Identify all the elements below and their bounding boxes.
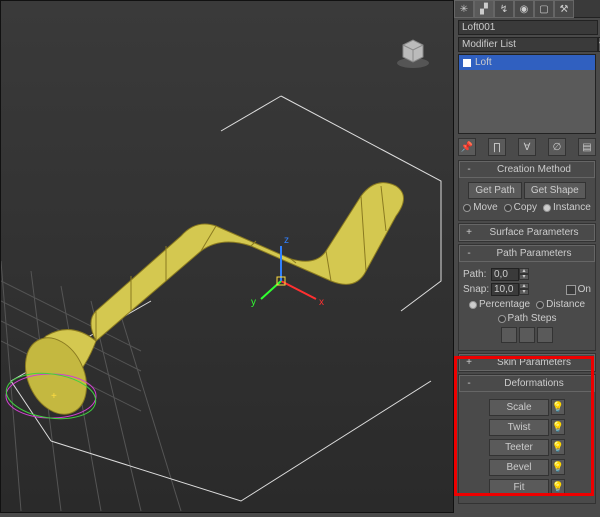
stack-item-loft[interactable]: Loft [459, 55, 595, 70]
radio-copy[interactable]: Copy [504, 202, 537, 213]
path-value-input[interactable] [491, 268, 519, 281]
path-label: Path: [463, 269, 489, 280]
viewcube[interactable] [393, 31, 433, 71]
scene-geometry: + x y z [1, 1, 455, 514]
viewport-3d[interactable]: + x y z [0, 0, 454, 513]
rollup-header-path[interactable]: - Path Parameters [459, 245, 595, 262]
twist-deform-button[interactable]: Twist [489, 419, 549, 436]
minus-icon: - [464, 378, 474, 389]
fit-toggle-icon[interactable]: 💡 [551, 479, 565, 495]
prev-shape-button[interactable] [519, 327, 535, 343]
rollup-path-parameters: - Path Parameters Path: ▴▾ Snap: ▴▾ On P… [458, 244, 596, 351]
pin-stack-button[interactable]: 📌 [458, 138, 476, 156]
get-shape-button[interactable]: Get Shape [524, 182, 586, 199]
modifier-stack[interactable]: Loft [458, 54, 596, 134]
radio-path-steps[interactable]: Path Steps [498, 313, 557, 324]
snap-value-input[interactable] [491, 283, 519, 296]
rollup-skin-parameters: + Skin Parameters [458, 353, 596, 372]
rollup-header-surface[interactable]: + Surface Parameters [459, 224, 595, 241]
tab-hierarchy[interactable]: ↯ [494, 0, 514, 18]
scale-toggle-icon[interactable]: 💡 [551, 399, 565, 415]
command-panel-tabs: ✳ ▞ ↯ ◉ ▢ ⚒ [454, 0, 600, 18]
svg-text:x: x [319, 297, 324, 308]
tab-modify[interactable]: ▞ [474, 0, 494, 18]
fit-deform-button[interactable]: Fit [489, 479, 549, 496]
modifier-list-dropdown[interactable] [458, 37, 598, 52]
plus-icon: + [464, 357, 474, 368]
bevel-deform-button[interactable]: Bevel [489, 459, 549, 476]
expand-icon[interactable] [463, 59, 471, 67]
pick-shape-button[interactable] [501, 327, 517, 343]
remove-modifier-button[interactable]: ∅ [548, 138, 566, 156]
svg-text:y: y [251, 297, 256, 308]
radio-percentage[interactable]: Percentage [469, 299, 530, 310]
radio-move[interactable]: Move [463, 202, 497, 213]
radio-instance[interactable]: Instance [543, 202, 591, 213]
next-shape-button[interactable] [537, 327, 553, 343]
twist-toggle-icon[interactable]: 💡 [551, 419, 565, 435]
bevel-toggle-icon[interactable]: 💡 [551, 459, 565, 475]
get-path-button[interactable]: Get Path [468, 182, 521, 199]
snap-label: Snap: [463, 284, 489, 295]
scale-deform-button[interactable]: Scale [489, 399, 549, 416]
show-end-result-button[interactable]: ∏ [488, 138, 506, 156]
tab-motion[interactable]: ◉ [514, 0, 534, 18]
rollup-surface-parameters: + Surface Parameters [458, 223, 596, 242]
tab-create[interactable]: ✳ [454, 0, 474, 18]
teeter-toggle-icon[interactable]: 💡 [551, 439, 565, 455]
make-unique-button[interactable]: ∀ [518, 138, 536, 156]
rollup-header-deformations[interactable]: - Deformations [459, 375, 595, 392]
svg-text:+: + [51, 391, 57, 402]
plus-icon: + [464, 227, 474, 238]
command-panel: ✳ ▞ ↯ ◉ ▢ ⚒ ▾ Loft 📌 ∏ ∀ ∅ ▤ - Creation … [454, 0, 600, 513]
on-checkbox[interactable] [566, 285, 576, 295]
spinner-down[interactable]: ▾ [519, 274, 529, 280]
svg-text:z: z [284, 235, 289, 246]
spinner-down[interactable]: ▾ [519, 289, 529, 295]
teeter-deform-button[interactable]: Teeter [489, 439, 549, 456]
tab-utilities[interactable]: ⚒ [554, 0, 574, 18]
radio-distance[interactable]: Distance [536, 299, 585, 310]
object-name-input[interactable] [458, 20, 598, 35]
minus-icon: - [464, 248, 474, 259]
tab-display[interactable]: ▢ [534, 0, 554, 18]
on-label: On [578, 284, 591, 295]
rollup-deformations: - Deformations Scale💡 Twist💡 Teeter💡 Bev… [458, 374, 596, 504]
rollup-creation-method: - Creation Method Get Path Get Shape Mov… [458, 160, 596, 221]
stack-item-label: Loft [475, 57, 492, 68]
configure-sets-button[interactable]: ▤ [578, 138, 596, 156]
minus-icon: - [464, 164, 474, 175]
rollup-header-creation[interactable]: - Creation Method [459, 161, 595, 178]
rollup-header-skin[interactable]: + Skin Parameters [459, 354, 595, 371]
